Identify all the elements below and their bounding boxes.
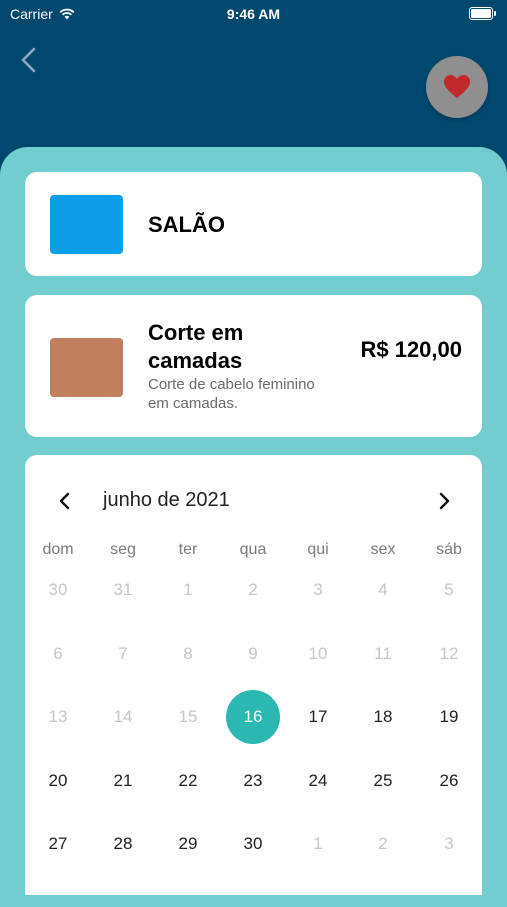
calendar-day[interactable]: 26	[422, 754, 476, 808]
salon-card[interactable]: SALÃO	[25, 172, 482, 276]
heart-icon	[444, 75, 470, 98]
calendar-day[interactable]: 21	[96, 754, 150, 808]
weekday-seg: seg	[110, 541, 136, 558]
calendar-day[interactable]: 19	[422, 690, 476, 744]
back-button[interactable]	[14, 42, 44, 78]
favorite-button[interactable]	[426, 56, 488, 118]
calendar-day[interactable]: 29	[161, 817, 215, 871]
service-description: Corte de cabelo feminino em camadas.	[148, 376, 315, 412]
calendar-day: 5	[444, 580, 454, 599]
service-price: R$ 120,00	[360, 337, 462, 362]
calendar-day: 2	[248, 580, 258, 599]
weekday-ter: ter	[178, 541, 198, 558]
calendar-day: 9	[248, 644, 258, 663]
calendar-day[interactable]: 28	[96, 817, 150, 871]
calendar-day: 3	[444, 834, 454, 853]
weekday-header: dom seg ter qua qui sex sáb	[25, 541, 482, 561]
weekday-sex: sex	[370, 541, 396, 558]
calendar-day: 15	[178, 707, 198, 726]
service-name: Corte em camadas	[148, 320, 244, 373]
calendar-day: 31	[113, 580, 133, 599]
service-card[interactable]: Corte em camadas Corte de cabelo feminin…	[25, 295, 482, 437]
calendar-day[interactable]: 25	[356, 754, 410, 808]
service-image	[50, 338, 123, 397]
salon-image	[50, 195, 123, 254]
weekday-sáb: sáb	[436, 541, 462, 558]
calendar-month-title: junho de 2021	[103, 489, 230, 511]
next-month-button[interactable]	[432, 487, 456, 515]
calendar-day: 7	[118, 644, 128, 663]
calendar-day[interactable]: 30	[226, 817, 280, 871]
calendar-day: 13	[48, 707, 68, 726]
calendar-day[interactable]: 20	[31, 754, 85, 808]
calendar-day-selected[interactable]: 16	[226, 690, 280, 744]
calendar-day: 8	[183, 644, 193, 663]
calendar-day: 30	[48, 580, 68, 599]
chevron-left-icon	[21, 47, 36, 73]
status-time: 9:46 AM	[226, 6, 281, 22]
chevron-right-icon	[439, 492, 450, 510]
weekday-qui: qui	[307, 541, 329, 558]
calendar-day[interactable]: 17	[291, 690, 345, 744]
calendar-day[interactable]: 22	[161, 754, 215, 808]
calendar-day[interactable]: 27	[31, 817, 85, 871]
calendar-day: 1	[183, 580, 193, 599]
chevron-left-icon	[59, 492, 70, 510]
salon-name: SALÃO	[148, 212, 225, 237]
weekday-qua: qua	[239, 541, 267, 558]
calendar: junho de 2021 dom seg ter qua qui sex sáb 30 31…	[25, 455, 482, 895]
status-bar: Carrier 9:46 AM	[0, 0, 507, 28]
calendar-day[interactable]: 24	[291, 754, 345, 808]
weekday-dom: dom	[42, 541, 74, 558]
battery-icon	[469, 7, 496, 20]
content-sheet: SALÃO Corte em camadas Corte de cabelo f…	[0, 147, 507, 907]
calendar-day[interactable]: 18	[356, 690, 410, 744]
previous-month-button[interactable]	[53, 487, 77, 515]
calendar-day: 12	[439, 644, 459, 663]
calendar-day: 4	[378, 580, 388, 599]
calendar-day: 10	[308, 644, 328, 663]
calendar-day: 14	[113, 707, 133, 726]
calendar-day: 11	[374, 644, 392, 663]
calendar-day: 1	[313, 834, 323, 853]
calendar-day: 2	[378, 834, 388, 853]
calendar-day: 3	[313, 580, 323, 599]
calendar-day: 6	[53, 644, 63, 663]
calendar-day[interactable]: 23	[226, 754, 280, 808]
